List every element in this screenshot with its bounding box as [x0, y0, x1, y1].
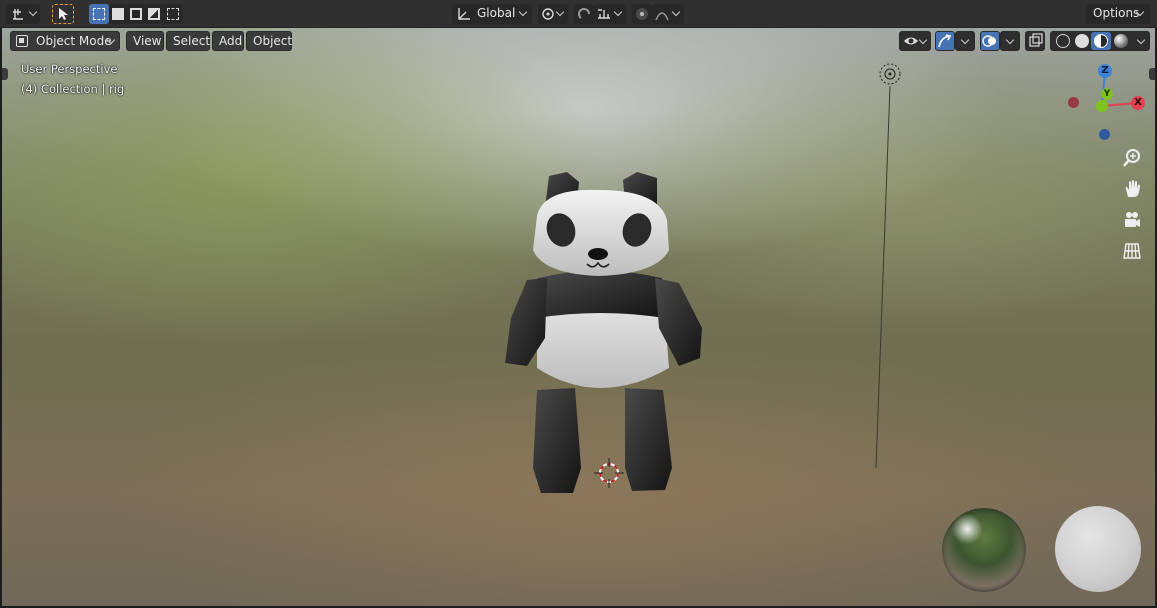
zoom-button[interactable]	[1119, 145, 1145, 171]
navigation-gizmo[interactable]: Y X Z	[1065, 62, 1151, 140]
light-object[interactable]	[862, 58, 902, 478]
menu-add-label: Add	[219, 34, 243, 48]
transform-orientation-dropdown[interactable]: Global	[452, 4, 532, 24]
material-preview-sphere	[1055, 506, 1141, 592]
panda-model[interactable]	[497, 168, 707, 498]
grid-perspective-icon	[1123, 243, 1141, 259]
gizmo-arrow-icon	[938, 34, 952, 48]
select-subtract-button[interactable]	[127, 4, 145, 24]
hdri-preview-sphere	[942, 508, 1026, 592]
chevron-down-icon	[671, 7, 681, 17]
perspective-toggle-button[interactable]	[1119, 238, 1145, 264]
falloff-dropdown[interactable]	[652, 4, 684, 24]
3d-viewport[interactable]: Object Mode View Select Add Object User …	[2, 28, 1155, 606]
gizmo-toggle[interactable]	[935, 31, 955, 51]
gizmo-z-handle[interactable]: Z	[1098, 64, 1112, 78]
menu-object-label: Object	[253, 34, 293, 48]
pan-button[interactable]	[1119, 176, 1145, 202]
overlays-dropdown[interactable]	[1000, 31, 1020, 51]
select-tool-button[interactable]	[52, 4, 74, 24]
gizmo-neg-x-handle[interactable]	[1068, 97, 1079, 108]
menu-view[interactable]: View	[126, 31, 164, 51]
orientation-global-icon	[458, 8, 470, 20]
select-extend-icon	[112, 8, 124, 20]
proportional-icon	[636, 8, 648, 20]
chevron-down-icon	[613, 7, 623, 17]
select-invert-icon	[148, 8, 160, 20]
view-name: User Perspective	[21, 62, 118, 76]
mode-label: Object Mode	[36, 34, 112, 48]
transform-axes-icon	[13, 9, 23, 20]
proportional-editing-toggle[interactable]	[632, 4, 652, 24]
falloff-curve-icon	[655, 12, 669, 21]
transform-orientation-label: Global	[477, 6, 516, 20]
snap-toggle[interactable]	[574, 4, 594, 24]
visibility-dropdown[interactable]	[899, 31, 931, 51]
select-extend-button[interactable]	[109, 4, 127, 24]
chevron-down-icon	[1136, 35, 1146, 45]
chevron-down-icon	[960, 35, 970, 45]
3d-cursor[interactable]	[594, 458, 624, 488]
gizmo-dropdown[interactable]	[955, 31, 975, 51]
chevron-down-icon	[555, 7, 565, 17]
menu-select[interactable]: Select	[166, 31, 210, 51]
material-preview-button[interactable]	[1091, 32, 1111, 50]
hand-pan-icon	[1125, 180, 1140, 197]
wireframe-shading-icon[interactable]	[1056, 34, 1070, 48]
eye-icon	[904, 37, 918, 45]
select-intersect-icon	[167, 8, 179, 20]
pivot-icon	[542, 8, 554, 20]
options-dropdown[interactable]: Options	[1086, 4, 1150, 24]
gizmo-neg-y-handle[interactable]	[1096, 100, 1108, 112]
material-preview-icon	[1094, 34, 1108, 48]
collection-info: (4) Collection | rig	[21, 82, 125, 96]
overlay-circles-icon	[982, 35, 996, 47]
options-label: Options	[1093, 6, 1140, 20]
chevron-down-icon	[28, 7, 38, 17]
camera-icon	[1125, 212, 1140, 227]
snap-target-dropdown[interactable]	[594, 4, 626, 24]
gizmo-x-handle[interactable]: X	[1131, 96, 1145, 110]
toolbar-expand-handle[interactable]	[2, 68, 8, 80]
pivot-point-dropdown[interactable]	[538, 4, 568, 24]
object-mode-icon	[16, 35, 28, 47]
rendered-shading-icon[interactable]	[1114, 34, 1128, 48]
xray-icon	[1029, 33, 1043, 47]
gizmo-y-handle[interactable]: Y	[1101, 88, 1113, 100]
menu-view-label: View	[133, 34, 162, 48]
tool-header: Global Options	[0, 0, 1157, 28]
chevron-down-icon	[518, 7, 528, 17]
select-subtract-icon	[130, 8, 142, 20]
select-invert-button[interactable]	[145, 4, 163, 24]
menu-object[interactable]: Object	[246, 31, 292, 51]
xray-toggle[interactable]	[1025, 31, 1045, 51]
editor-type-dropdown[interactable]	[6, 4, 40, 24]
select-box-icon	[93, 8, 105, 20]
menu-select-label: Select	[173, 34, 211, 48]
overlays-toggle[interactable]	[980, 31, 1000, 51]
select-new-button[interactable]	[89, 4, 109, 24]
solid-shading-icon[interactable]	[1075, 34, 1089, 48]
mode-dropdown[interactable]: Object Mode	[10, 31, 120, 51]
zoom-icon	[1123, 149, 1140, 167]
snap-increment-icon	[598, 9, 610, 19]
select-intersect-button[interactable]	[163, 4, 183, 24]
chevron-down-icon	[918, 35, 928, 45]
shading-mode-group	[1050, 31, 1150, 51]
chevron-down-icon	[1005, 35, 1015, 45]
camera-view-button[interactable]	[1119, 207, 1145, 233]
menu-add[interactable]: Add	[212, 31, 244, 51]
gizmo-neg-z-handle[interactable]	[1099, 129, 1110, 140]
magnet-icon	[578, 8, 590, 19]
cursor-arrow-icon	[59, 8, 68, 20]
